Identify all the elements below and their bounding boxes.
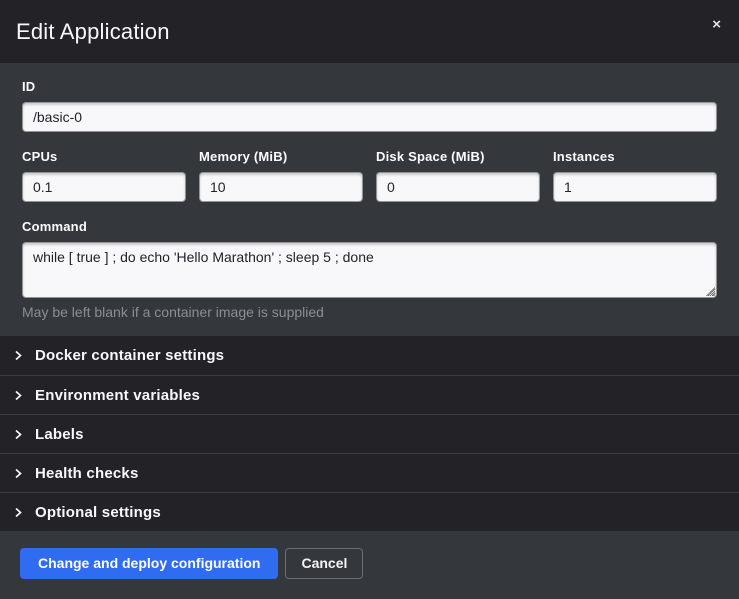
- id-input[interactable]: [22, 102, 717, 132]
- command-help-text: May be left blank if a container image i…: [22, 304, 717, 320]
- disk-label: Disk Space (MiB): [376, 149, 540, 165]
- chevron-right-icon: [13, 350, 23, 361]
- modal-header: Edit Application ×: [0, 0, 739, 63]
- command-textarea-wrap: while [ true ] ; do echo 'Hello Marathon…: [22, 242, 717, 298]
- chevron-right-icon: [13, 468, 23, 479]
- collapsible-sections: Docker container settings Environment va…: [0, 336, 739, 531]
- cpus-label: CPUs: [22, 149, 186, 165]
- section-label: Labels: [35, 426, 84, 443]
- chevron-right-icon: [13, 390, 23, 401]
- instances-input[interactable]: [553, 172, 717, 202]
- modal-footer: Change and deploy configuration Cancel: [0, 531, 739, 599]
- id-field-group: ID: [22, 79, 717, 132]
- chevron-right-icon: [13, 507, 23, 518]
- section-label: Environment variables: [35, 387, 200, 404]
- disk-field-group: Disk Space (MiB): [376, 149, 540, 202]
- resources-row: CPUs Memory (MiB) Disk Space (MiB) Insta…: [22, 149, 717, 202]
- cpus-input[interactable]: [22, 172, 186, 202]
- change-and-deploy-button[interactable]: Change and deploy configuration: [20, 548, 278, 579]
- section-labels[interactable]: Labels: [0, 414, 739, 453]
- section-health-checks[interactable]: Health checks: [0, 453, 739, 492]
- memory-label: Memory (MiB): [199, 149, 363, 165]
- section-label: Optional settings: [35, 504, 161, 521]
- instances-field-group: Instances: [553, 149, 717, 202]
- modal-body: ID CPUs Memory (MiB) Disk Space (MiB) In…: [0, 63, 739, 336]
- section-label: Docker container settings: [35, 347, 224, 364]
- disk-input[interactable]: [376, 172, 540, 202]
- cpus-field-group: CPUs: [22, 149, 186, 202]
- edit-application-modal: Edit Application × ID CPUs Memory (MiB) …: [0, 0, 739, 599]
- section-label: Health checks: [35, 465, 138, 482]
- chevron-right-icon: [13, 429, 23, 440]
- close-icon[interactable]: ×: [710, 13, 723, 36]
- section-docker-container-settings[interactable]: Docker container settings: [0, 336, 739, 375]
- id-label: ID: [22, 79, 717, 95]
- command-field-group: Command while [ true ] ; do echo 'Hello …: [22, 219, 717, 320]
- instances-label: Instances: [553, 149, 717, 165]
- section-environment-variables[interactable]: Environment variables: [0, 375, 739, 414]
- modal-title: Edit Application: [16, 19, 170, 45]
- command-label: Command: [22, 219, 717, 235]
- memory-input[interactable]: [199, 172, 363, 202]
- section-optional-settings[interactable]: Optional settings: [0, 492, 739, 531]
- cancel-button[interactable]: Cancel: [285, 548, 363, 579]
- command-input[interactable]: while [ true ] ; do echo 'Hello Marathon…: [22, 242, 717, 298]
- memory-field-group: Memory (MiB): [199, 149, 363, 202]
